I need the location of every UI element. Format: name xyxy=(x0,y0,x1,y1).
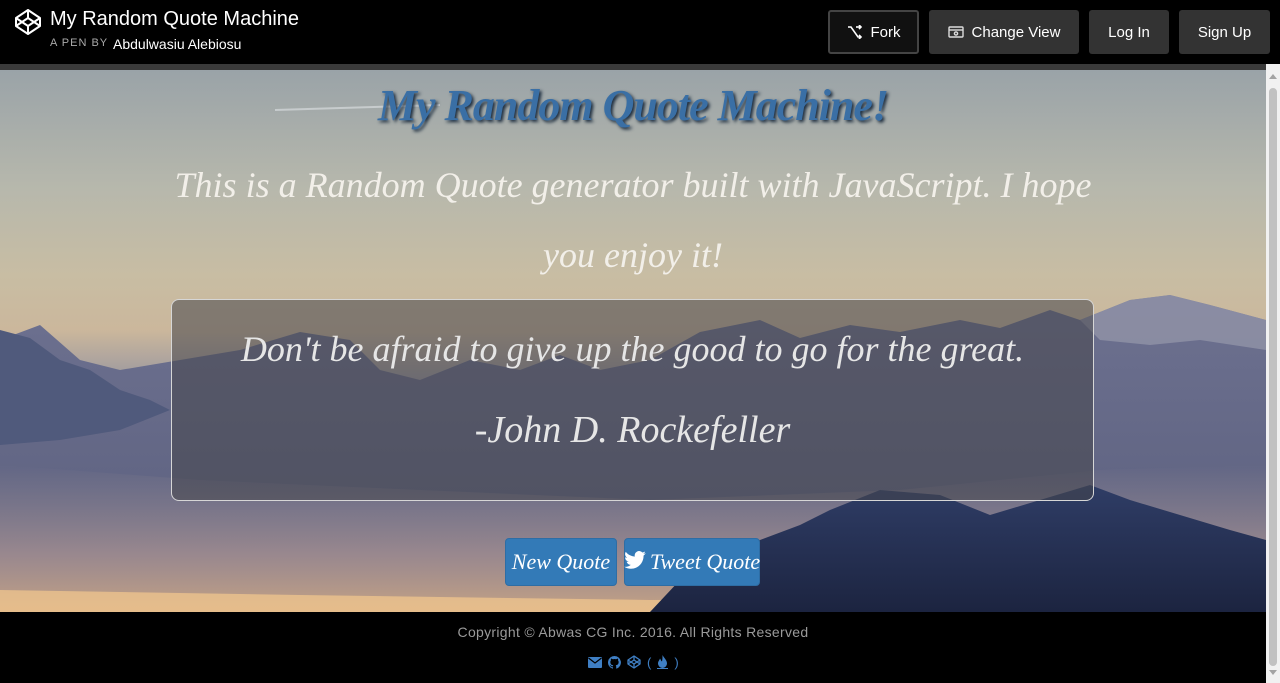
footer-links: ( ) xyxy=(588,654,679,670)
quote-author: -John D. Rockefeller xyxy=(474,409,791,451)
log-in-button[interactable]: Log In xyxy=(1089,10,1169,54)
change-view-label: Change View xyxy=(971,23,1061,41)
tweet-quote-button[interactable]: Tweet Quote xyxy=(624,538,760,586)
pen-preview: My Random Quote Machine! This is a Rando… xyxy=(0,70,1266,612)
paren-close: ) xyxy=(674,654,679,670)
fork-icon xyxy=(847,25,863,39)
tweet-quote-label: Tweet Quote xyxy=(649,549,761,574)
copyright-text: Copyright © Abwas CG Inc. 2016. All Righ… xyxy=(457,624,809,640)
quote-text: Don't be afraid to give up the good to g… xyxy=(240,329,1025,369)
page-footer: Copyright © Abwas CG Inc. 2016. All Righ… xyxy=(0,612,1266,683)
scrollbar-thumb[interactable] xyxy=(1269,88,1277,666)
change-view-button[interactable]: Change View xyxy=(929,10,1079,54)
scroll-up-arrow-icon[interactable] xyxy=(1269,74,1277,79)
paren-open: ( xyxy=(647,654,652,670)
fire-icon[interactable] xyxy=(657,655,669,669)
scrollbar[interactable] xyxy=(1266,64,1280,683)
github-icon[interactable] xyxy=(608,655,621,669)
change-view-icon xyxy=(947,26,964,38)
codepen-icon[interactable] xyxy=(627,655,641,669)
pen-title: My Random Quote Machine xyxy=(50,8,300,30)
page-title: My Random Quote Machine! xyxy=(377,81,889,130)
fork-button[interactable]: Fork xyxy=(828,10,919,54)
page-subtitle: This is a Random Quote generator built w… xyxy=(174,165,1092,275)
sign-up-button[interactable]: Sign Up xyxy=(1179,10,1270,54)
scroll-down-arrow-icon[interactable] xyxy=(1269,670,1277,675)
codepen-logo-icon[interactable] xyxy=(14,8,42,36)
envelope-icon[interactable] xyxy=(588,656,602,668)
pen-author-link[interactable]: Abdulwasiu Alebiosu xyxy=(113,36,241,52)
quote-box: Don't be afraid to give up the good to g… xyxy=(171,299,1094,501)
fork-label: Fork xyxy=(870,23,901,41)
twitter-icon xyxy=(624,549,646,575)
new-quote-button[interactable]: New Quote xyxy=(505,538,617,586)
pen-by-label: A PEN BY xyxy=(50,37,109,49)
codepen-header: My Random Quote Machine A PEN BY Abdulwa… xyxy=(0,0,1280,64)
